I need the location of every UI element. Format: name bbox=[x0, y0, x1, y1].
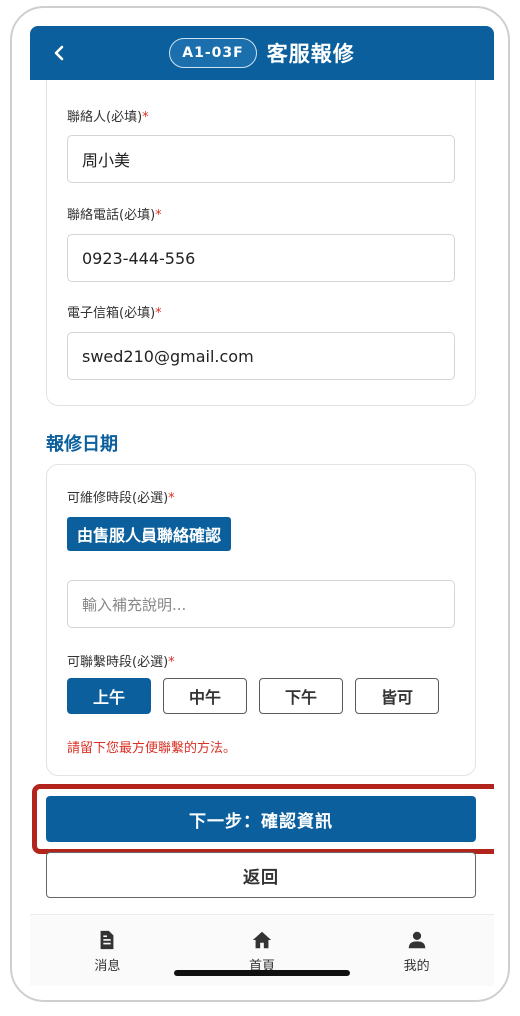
return-button[interactable]: 返回 bbox=[46, 852, 476, 898]
nav-item-profile[interactable]: 我的 bbox=[339, 915, 494, 986]
required-mark: * bbox=[155, 208, 162, 223]
contact-name-input[interactable]: 周小美 bbox=[67, 135, 455, 183]
contact-phone-input[interactable]: 0923-444-556 bbox=[67, 234, 455, 282]
slot-afternoon-button[interactable]: 下午 bbox=[259, 678, 343, 714]
schedule-card: 可維修時段(必選)* 由售服人員聯絡確認 輸入補充說明... 可聯繫時段(必選)… bbox=[46, 464, 476, 776]
contact-hint-text: 請留下您最方便聯繫的方法。 bbox=[67, 741, 237, 756]
nav-label-profile: 我的 bbox=[403, 959, 430, 974]
header-title-group: A1-03F 客服報修 bbox=[30, 36, 494, 70]
contact-period-label: 可聯繫時段(必選)* bbox=[67, 655, 175, 670]
home-indicator bbox=[174, 970, 350, 976]
repair-period-label: 可維修時段(必選)* bbox=[67, 491, 175, 506]
nav-label-news: 消息 bbox=[94, 959, 121, 974]
contact-phone-label: 聯絡電話(必填)* bbox=[67, 208, 162, 223]
contact-email-input[interactable]: swed210@gmail.com bbox=[67, 332, 455, 380]
contact-phone-value: 0923-444-556 bbox=[82, 248, 196, 268]
required-mark: * bbox=[142, 110, 149, 125]
repair-date-section-title: 報修日期 bbox=[46, 434, 118, 455]
contact-name-value: 周小美 bbox=[82, 151, 131, 170]
repair-period-tag: 由售服人員聯絡確認 bbox=[67, 517, 232, 551]
note-input[interactable]: 輸入補充說明... bbox=[67, 580, 455, 628]
required-mark: * bbox=[168, 655, 175, 670]
nav-item-news[interactable]: 消息 bbox=[30, 915, 185, 986]
slot-morning-button[interactable]: 上午 bbox=[67, 678, 151, 714]
note-placeholder: 輸入補充說明... bbox=[82, 595, 187, 614]
required-mark: * bbox=[168, 491, 175, 506]
contact-email-label: 電子信箱(必填)* bbox=[67, 306, 162, 321]
home-icon bbox=[252, 931, 272, 949]
next-step-button[interactable]: 下一步：確認資訊 bbox=[46, 796, 476, 842]
required-mark: * bbox=[155, 306, 162, 321]
contact-email-value: swed210@gmail.com bbox=[82, 346, 254, 366]
contact-name-label: 聯絡人(必填)* bbox=[67, 110, 149, 125]
contact-card: 聯絡人(必填)* 周小美 聯絡電話(必填)* 0923-444-556 電子信箱… bbox=[46, 80, 476, 406]
contact-period-options: 上午 中午 下午 皆可 bbox=[67, 678, 439, 714]
app-header: A1-03F 客服報修 bbox=[30, 26, 494, 80]
user-icon bbox=[408, 931, 425, 949]
phone-frame: A1-03F 客服報修 聯絡人(必填)* 周小美 聯絡電話(必填)* 0923-… bbox=[10, 6, 510, 1002]
unit-code-badge: A1-03F bbox=[169, 38, 257, 68]
app-screen: A1-03F 客服報修 聯絡人(必填)* 周小美 聯絡電話(必填)* 0923-… bbox=[30, 26, 494, 986]
slot-noon-button[interactable]: 中午 bbox=[163, 678, 247, 714]
document-icon bbox=[100, 930, 114, 950]
page-title: 客服報修 bbox=[266, 42, 355, 66]
slot-any-button[interactable]: 皆可 bbox=[355, 678, 439, 714]
